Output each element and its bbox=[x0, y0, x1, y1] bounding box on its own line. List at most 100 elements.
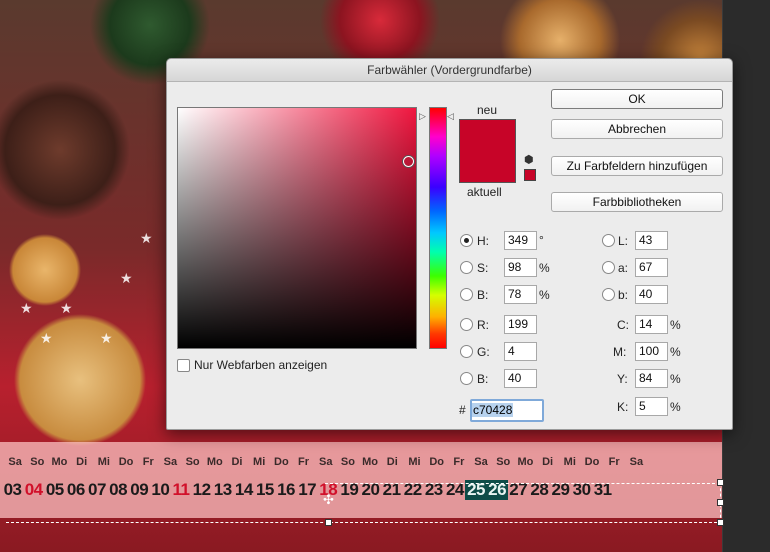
calendar-day-number: 07 bbox=[88, 480, 106, 499]
new-color-swatch bbox=[459, 119, 516, 155]
add-to-swatches-button[interactable]: Zu Farbfeldern hinzufügen bbox=[551, 156, 723, 176]
s-input[interactable]: 98 bbox=[504, 258, 537, 277]
ok-button[interactable]: OK bbox=[551, 89, 723, 109]
label-k: K: bbox=[617, 400, 629, 414]
dialog-title: Farbwähler (Vordergrundfarbe) bbox=[167, 59, 732, 82]
calendar-day-number: 15 bbox=[255, 480, 274, 499]
rgb-b-input[interactable]: 40 bbox=[504, 369, 537, 388]
star-decoration: ★ bbox=[40, 330, 53, 346]
transform-handle-icon[interactable] bbox=[717, 479, 724, 486]
label-g: G: bbox=[477, 345, 490, 359]
label-a: a: bbox=[618, 261, 629, 275]
m-input[interactable]: 100 bbox=[635, 342, 668, 361]
unit-percent: % bbox=[670, 345, 681, 359]
calendar-day-name: So bbox=[340, 456, 355, 468]
calendar-day-name: Fr bbox=[453, 456, 465, 468]
transform-bbox-bottom bbox=[6, 522, 722, 523]
calendar-day-number: 06 bbox=[66, 480, 85, 499]
calendar-day-number: 08 bbox=[109, 480, 128, 499]
reference-point-icon[interactable]: ✣ bbox=[323, 492, 334, 508]
calendar-day-names: Sa So Mo Di Mi Do Fr Sa So Mo Di Mi Do Fr Sa So Mo Di Mi Do… bbox=[4, 456, 647, 468]
calendar-strip-layer[interactable]: Sa So Mo Di Mi Do Fr Sa So Mo Di Mi Do Fr Sa So Mo Di Mi Do… bbox=[0, 442, 722, 518]
calendar-day-name: Di bbox=[386, 456, 398, 468]
label-h: H: bbox=[477, 234, 489, 248]
calendar-day-name: Fr bbox=[142, 456, 154, 468]
k-input[interactable]: 5 bbox=[635, 397, 668, 416]
calendar-day-number: 05 bbox=[45, 480, 64, 499]
radio-l[interactable] bbox=[602, 234, 615, 247]
radio-b[interactable] bbox=[460, 288, 473, 301]
webcolors-checkbox[interactable] bbox=[177, 359, 190, 372]
calendar-day-number: 04 bbox=[24, 480, 43, 499]
label-s: S: bbox=[477, 261, 489, 275]
c-input[interactable]: 14 bbox=[635, 315, 668, 334]
radio-lab-b[interactable] bbox=[602, 288, 615, 301]
calendar-day-name: Mi bbox=[563, 456, 576, 468]
h-input[interactable]: 349 bbox=[504, 231, 537, 250]
star-decoration: ★ bbox=[140, 230, 153, 246]
websafe-swatch[interactable] bbox=[524, 169, 536, 181]
calendar-day-name: Mi bbox=[97, 456, 110, 468]
radio-h[interactable] bbox=[460, 234, 473, 247]
calendar-day-name: So bbox=[30, 456, 45, 468]
websafe-cube-icon[interactable]: ⬢ bbox=[524, 153, 534, 166]
r-input[interactable]: 199 bbox=[504, 315, 537, 334]
calendar-day-name: Do bbox=[274, 456, 289, 468]
label-l: L: bbox=[618, 234, 629, 248]
picker-circle-icon[interactable] bbox=[403, 156, 414, 167]
transform-handle-icon[interactable] bbox=[717, 499, 724, 506]
label-c: C: bbox=[617, 318, 629, 332]
calendar-day-name: Di bbox=[542, 456, 554, 468]
color-field[interactable] bbox=[177, 107, 417, 349]
lab-b-input[interactable]: 40 bbox=[635, 285, 668, 304]
unit-percent: % bbox=[670, 372, 681, 386]
hue-slider-arrow-icon[interactable]: ▷ bbox=[419, 111, 426, 122]
radio-g[interactable] bbox=[460, 345, 473, 358]
current-color-swatch[interactable] bbox=[459, 154, 516, 183]
unit-percent: % bbox=[539, 288, 550, 302]
calendar-day-number: 09 bbox=[130, 480, 149, 499]
current-color-label: aktuell bbox=[467, 185, 502, 199]
hue-slider-arrow-icon[interactable]: ◁ bbox=[447, 111, 454, 122]
cancel-button[interactable]: Abbrechen bbox=[551, 119, 723, 139]
new-color-label: neu bbox=[477, 103, 498, 117]
g-input[interactable]: 4 bbox=[504, 342, 537, 361]
unit-percent: % bbox=[670, 318, 681, 332]
calendar-day-name: Mi bbox=[408, 456, 421, 468]
calendar-day-name: So bbox=[185, 456, 200, 468]
label-m: M: bbox=[613, 345, 627, 359]
label-rgb-b: B: bbox=[477, 372, 489, 386]
y-input[interactable]: 84 bbox=[635, 369, 668, 388]
radio-s[interactable] bbox=[460, 261, 473, 274]
b-input[interactable]: 78 bbox=[504, 285, 537, 304]
unit-percent: % bbox=[670, 400, 681, 414]
color-libraries-button[interactable]: Farbbibliotheken bbox=[551, 192, 723, 212]
l-input[interactable]: 43 bbox=[635, 231, 668, 250]
transform-handle-icon[interactable] bbox=[325, 519, 332, 526]
unit-degree: ° bbox=[539, 233, 544, 247]
hex-input[interactable]: c70428 bbox=[470, 399, 544, 422]
calendar-day-number: 10 bbox=[151, 480, 170, 499]
calendar-day-name: Sa bbox=[318, 456, 333, 468]
a-input[interactable]: 67 bbox=[635, 258, 668, 277]
radio-a[interactable] bbox=[602, 261, 615, 274]
calendar-day-name: Sa bbox=[163, 456, 178, 468]
label-lab-b: b: bbox=[618, 288, 629, 302]
calendar-day-name: Sa bbox=[474, 456, 488, 468]
calendar-day-name: Mo bbox=[362, 456, 379, 468]
hex-prefix: # bbox=[459, 403, 466, 417]
calendar-day-name: Fr bbox=[608, 456, 620, 468]
star-decoration: ★ bbox=[20, 300, 33, 316]
calendar-day-name: Mo bbox=[517, 456, 534, 468]
unit-percent: % bbox=[539, 261, 550, 275]
transform-handle-icon[interactable] bbox=[717, 519, 724, 526]
hue-slider[interactable] bbox=[429, 107, 447, 349]
calendar-day-name: Di bbox=[76, 456, 88, 468]
calendar-day-number: 03 bbox=[3, 480, 22, 499]
radio-rgb-b[interactable] bbox=[460, 372, 473, 385]
calendar-day-name: Di bbox=[231, 456, 243, 468]
calendar-day-number: 14 bbox=[234, 480, 253, 499]
radio-r[interactable] bbox=[460, 318, 473, 331]
webcolors-label: Nur Webfarben anzeigen bbox=[194, 358, 328, 372]
label-y: Y: bbox=[617, 372, 628, 386]
